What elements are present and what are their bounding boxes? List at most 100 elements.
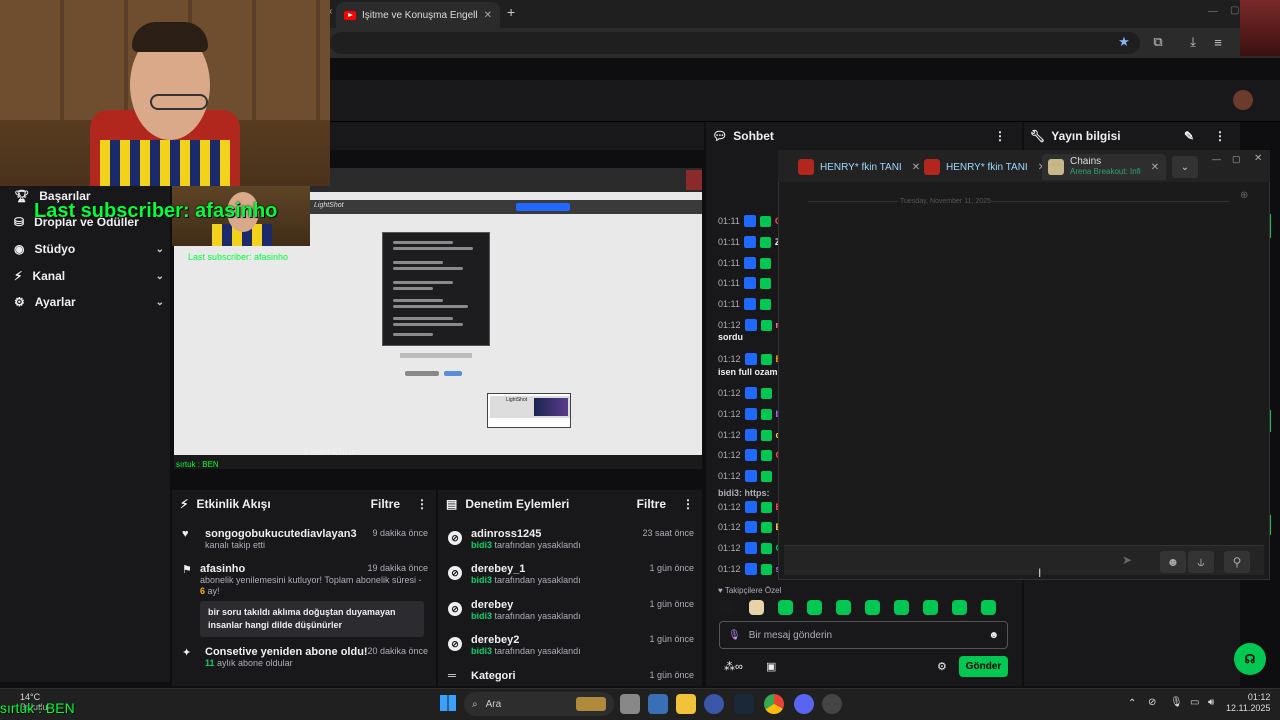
ban-icon: ⊘: [448, 566, 462, 580]
microphone-icon[interactable]: 🎙︎: [728, 630, 741, 641]
more-icon[interactable]: ⋮: [682, 497, 694, 511]
chat-input[interactable]: 🎙︎ Bir mesaj gönderin ☻: [719, 621, 1008, 649]
filter-button[interactable]: Filtre: [371, 497, 400, 511]
reading-list-icon[interactable]: ≡: [1210, 34, 1226, 50]
chat-message[interactable]: 01:11: [718, 298, 775, 310]
location-icon[interactable]: ⚲: [1224, 551, 1250, 573]
emote[interactable]: [778, 600, 793, 615]
minimize-icon[interactable]: —: [1208, 6, 1218, 17]
gear-icon: ⚙: [14, 295, 25, 309]
activity-item[interactable]: ⚑ afasinho abonelik yenilemesini kutluyo…: [182, 563, 428, 637]
avatar[interactable]: [1233, 90, 1253, 110]
chat-message[interactable]: isen full ozam: [718, 367, 778, 377]
more-icon[interactable]: ⋮: [994, 129, 1006, 143]
chat-timestamp: 01:12: [718, 450, 741, 460]
chat-username[interactable]: bidi3: https:: [718, 488, 770, 498]
moderation-item[interactable]: ⊘ derebey bidi3 tarafından yasaklandı 1 …: [448, 599, 694, 621]
task-view-icon[interactable]: [620, 694, 640, 714]
emote[interactable]: [923, 600, 938, 615]
chat-timestamp: 01:11: [718, 216, 740, 226]
popout-chat-input[interactable]: ➤ ☻ ⫝ ⚲: [784, 545, 1264, 575]
steam-icon[interactable]: [734, 694, 754, 714]
store-icon[interactable]: ▣: [766, 660, 776, 673]
moderation-item[interactable]: ⊘ adinross1245 bidi3 tarafından yasaklan…: [448, 528, 694, 550]
attachment-icon[interactable]: ⫝: [1188, 551, 1214, 573]
close-icon[interactable]: ✕: [1254, 153, 1262, 164]
emote[interactable]: [720, 600, 735, 615]
sidebar-item-settings[interactable]: ⚙ Ayarlar ⌄: [14, 292, 164, 312]
address-bar[interactable]: [330, 32, 1140, 54]
chat-username[interactable]: sordu: [718, 332, 743, 342]
support-button[interactable]: ☊: [1234, 643, 1266, 675]
send-button[interactable]: Gönder: [959, 656, 1008, 677]
activity-item[interactable]: ✦ Consetive yeniden abone oldu! 11 aylık…: [182, 646, 428, 668]
channel-points-icon[interactable]: ⁂∞: [724, 660, 743, 673]
maximize-icon[interactable]: ▢: [1230, 5, 1239, 16]
extensions-icon[interactable]: ⧉: [1150, 34, 1166, 50]
chat-message[interactable]: 01:11: [718, 257, 775, 269]
more-icon[interactable]: ⋮: [1214, 129, 1226, 143]
calculator-icon[interactable]: [648, 694, 668, 714]
more-icon[interactable]: ⋮: [416, 497, 428, 511]
close-icon[interactable]: ✕: [1151, 162, 1159, 173]
emote[interactable]: [807, 600, 822, 615]
activity-item[interactable]: ♥ songogobukucutediavlayan3 kanalı takip…: [182, 528, 428, 550]
chat-badge-icon: [744, 449, 757, 461]
app-icon[interactable]: [704, 694, 724, 714]
emoji-icon[interactable]: ☻: [1160, 551, 1186, 573]
moderation-item[interactable]: ═ Kategori 1 gün önce: [448, 670, 694, 682]
browser-tab[interactable]: İşitme ve Konuşma Engelli Bire ✕: [336, 2, 500, 28]
taskbar-search[interactable]: ⌕ Ara: [464, 692, 614, 716]
network-icon[interactable]: ⊘: [1148, 697, 1156, 708]
popout-tab[interactable]: HENRY* fkin TANI ✕: [918, 154, 1052, 180]
edit-icon[interactable]: ✎: [1184, 129, 1194, 143]
minimize-icon[interactable]: —: [1212, 154, 1221, 164]
emote[interactable]: [749, 600, 764, 615]
filter-button[interactable]: Filtre: [637, 497, 666, 511]
chevron-down-icon: ⌄: [155, 296, 164, 308]
emote[interactable]: [981, 600, 996, 615]
divider: [990, 201, 1230, 202]
emote[interactable]: [952, 600, 967, 615]
emote[interactable]: [865, 600, 880, 615]
chat-badge-icon: [760, 521, 772, 533]
chat-username[interactable]: isen full ozam: [718, 367, 778, 377]
close-icon[interactable]: ✕: [484, 10, 492, 21]
sidebar-item-studio[interactable]: ◉ Stüdyo ⌄: [14, 239, 164, 259]
discord-icon[interactable]: [794, 694, 814, 714]
gear-icon[interactable]: ⚙: [937, 660, 947, 673]
popout-tab-active[interactable]: Chains Arena Breakout: Infi ✕: [1042, 154, 1166, 180]
download-icon[interactable]: ⤓: [1185, 34, 1201, 50]
volume-icon[interactable]: 🔊︎: [1208, 697, 1214, 708]
emote[interactable]: [836, 600, 851, 615]
file-explorer-icon[interactable]: [676, 694, 696, 714]
activity-feed-title: Etkinlik Akışı: [196, 497, 271, 511]
add-split-icon[interactable]: ⊕: [1240, 190, 1248, 201]
maximize-icon[interactable]: ▢: [1232, 154, 1241, 165]
bookmark-star-icon[interactable]: ★: [1116, 34, 1132, 50]
windows-start-icon[interactable]: [440, 695, 456, 711]
emote[interactable]: [894, 600, 909, 615]
chat-message[interactable]: bidi3: https:: [718, 488, 770, 498]
moderation-time: 1 gün önce: [649, 670, 694, 680]
moderation-item[interactable]: ⊘ derebey2 bidi3 tarafından yasaklandı 1…: [448, 634, 694, 656]
chat-message[interactable]: sordu: [718, 332, 743, 342]
popout-tab[interactable]: HENRY* fkin TANI ✕: [792, 154, 926, 180]
moderation-item[interactable]: ⊘ derebey_1 bidi3 tarafından yasaklandı …: [448, 563, 694, 585]
preview-taskbar: [174, 455, 702, 469]
chat-message[interactable]: 01:12: [718, 387, 776, 399]
chevron-up-icon[interactable]: ⌃: [1128, 698, 1136, 709]
display-icon[interactable]: ▭: [1190, 697, 1199, 708]
system-clock[interactable]: 01:12 12.11.2025: [1226, 692, 1270, 714]
obs-icon[interactable]: [822, 694, 842, 714]
send-icon[interactable]: ➤: [1122, 553, 1132, 567]
chat-message[interactable]: 01:11: [718, 277, 775, 289]
new-tab-button[interactable]: +: [507, 4, 515, 20]
emoji-icon[interactable]: ☻: [988, 630, 999, 641]
chat-badge-icon: [760, 353, 772, 365]
chrome-icon[interactable]: [764, 694, 784, 714]
chat-message[interactable]: 01:12: [718, 470, 776, 482]
microphone-icon[interactable]: 🎙︎: [1170, 697, 1183, 708]
sidebar-item-channel[interactable]: ⚡︎ Kanal ⌄: [14, 266, 164, 286]
chevron-down-icon[interactable]: ⌄: [1172, 156, 1198, 178]
